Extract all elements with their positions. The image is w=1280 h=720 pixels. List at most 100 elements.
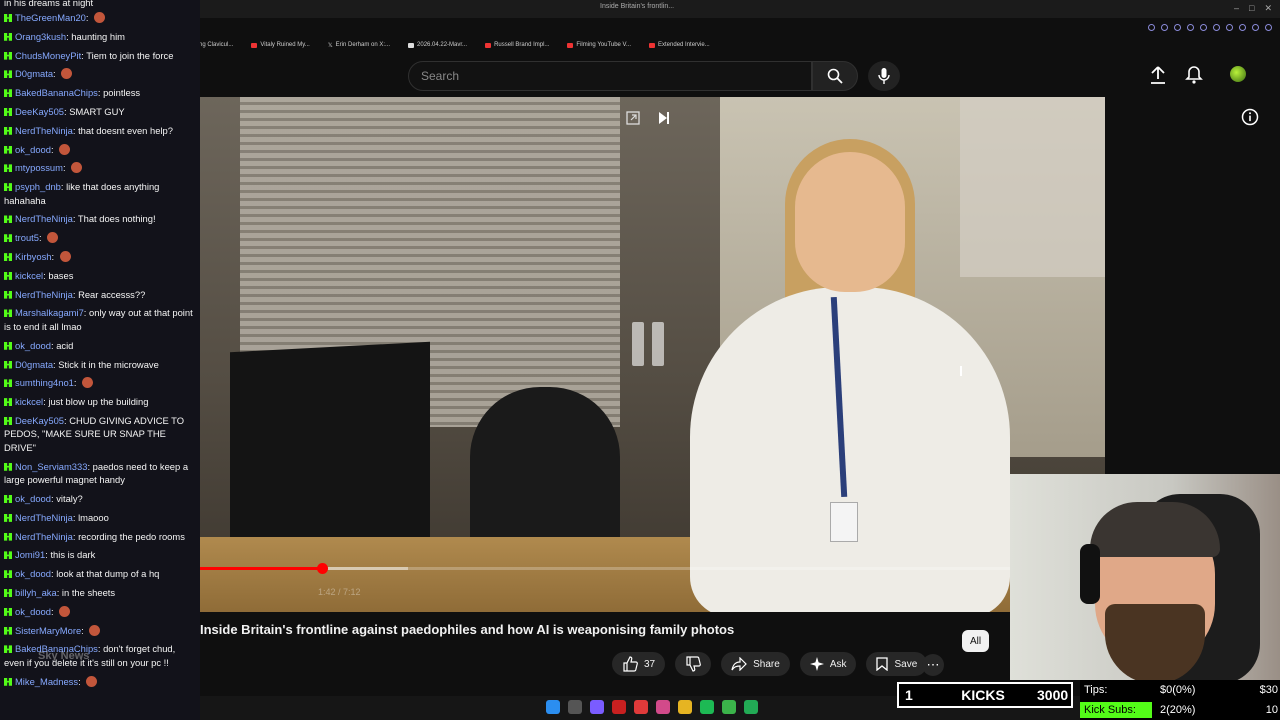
chat-text: pointless (103, 87, 141, 99)
chat-username[interactable]: billyh_aka (15, 587, 57, 598)
app-icon[interactable] (656, 700, 670, 714)
chat-username[interactable]: Mike_Madness (15, 676, 78, 687)
bookmark-item[interactable]: Russell Brand Impl... (485, 42, 549, 48)
chat-message: trout5: (4, 231, 196, 245)
info-icon[interactable] (1241, 108, 1259, 126)
bookmark-item[interactable]: 2026.04.22-Mavr... (408, 42, 467, 48)
chat-username[interactable]: NerdTheNinja (15, 512, 73, 523)
kick-badge-icon (4, 607, 12, 616)
extension-icon[interactable] (1252, 24, 1259, 31)
time-display: 1:42 / 7:12 (318, 587, 361, 597)
more-actions-button[interactable]: ⋯ (922, 654, 944, 676)
emote-icon (71, 162, 83, 174)
chat-message: SisterMaryMore: (4, 624, 196, 638)
chat-username[interactable]: Kirbyosh (15, 251, 51, 262)
miniplayer-icon[interactable] (626, 111, 640, 125)
bookmark-item[interactable]: Filming YouTube V... (567, 42, 631, 48)
bookmark-item[interactable]: 𝕏 Erin Derham on X:... (328, 42, 390, 49)
chat-username[interactable]: NerdTheNinja (15, 125, 73, 136)
discord-icon[interactable] (590, 700, 604, 714)
chat-username[interactable]: sumthing4no1 (15, 377, 74, 388)
chat-username[interactable]: ok_dood (15, 144, 51, 155)
extension-icon[interactable] (1148, 24, 1155, 31)
save-button[interactable]: Save (866, 652, 928, 676)
search-input[interactable] (409, 62, 811, 90)
extension-icon[interactable] (1174, 24, 1181, 31)
video-player[interactable]: 1:42 / 7:12 (200, 97, 1105, 612)
ask-button[interactable]: Ask (799, 652, 857, 676)
close-icon[interactable]: ✕ (1264, 3, 1272, 14)
folder-icon[interactable] (678, 700, 692, 714)
notifications-button[interactable] (1184, 65, 1204, 90)
emote-icon (59, 143, 71, 155)
video-frame-person-face (795, 152, 905, 292)
chat-username[interactable]: trout5 (15, 232, 39, 243)
youtube-icon (567, 42, 574, 48)
chat-username[interactable]: ok_dood (15, 493, 51, 504)
bookmark-item[interactable]: Vitaly Ruined My... (251, 42, 310, 48)
chat-username[interactable]: NerdTheNinja (15, 289, 73, 300)
channel-name[interactable]: Sky News (38, 650, 89, 662)
voice-search-button[interactable] (868, 61, 900, 91)
chat-message: DeeKay505: SMART GUY (4, 105, 196, 119)
windows-start-icon[interactable] (546, 700, 560, 714)
extension-icon[interactable] (1239, 24, 1246, 31)
extension-icon[interactable] (1226, 24, 1233, 31)
chat-username[interactable]: D0gmata (15, 68, 53, 79)
chat-text: vitaly? (56, 493, 83, 505)
search-icon[interactable] (568, 700, 582, 714)
chat-separator: : (50, 143, 57, 155)
search-button[interactable] (812, 61, 858, 91)
emote-icon (82, 377, 94, 389)
chat-username[interactable]: Orang3kush (15, 31, 66, 42)
chat-username[interactable]: kickcel (15, 270, 43, 281)
chat-username[interactable]: psyph_dnb (15, 181, 61, 192)
kick-badge-icon (4, 532, 12, 541)
chat-username[interactable]: DeeKay505 (15, 415, 64, 426)
chat-username[interactable]: ok_dood (15, 606, 51, 617)
chat-username[interactable]: kickcel (15, 396, 43, 407)
chat-username[interactable]: Marshalkagami7 (15, 307, 84, 318)
browser-tab[interactable]: Inside Britain's frontlin... (600, 3, 674, 10)
chat-username[interactable]: ok_dood (15, 340, 51, 351)
chat-separator: : (62, 162, 69, 174)
account-avatar[interactable] (1230, 66, 1246, 82)
extension-icon[interactable] (1161, 24, 1168, 31)
chat-username[interactable]: mtypossum (15, 162, 63, 173)
chat-username[interactable]: DeeKay505 (15, 106, 64, 117)
obs-icon[interactable] (612, 700, 626, 714)
kick-badge-icon (4, 341, 12, 350)
dislike-button[interactable] (675, 652, 712, 676)
bookmark-item[interactable]: Extended Intervie... (649, 42, 710, 48)
app-icon[interactable] (744, 700, 758, 714)
spotify-icon[interactable] (700, 700, 714, 714)
emote-icon (89, 624, 101, 636)
extension-icon[interactable] (1187, 24, 1194, 31)
xbox-icon[interactable] (722, 700, 736, 714)
chat-username[interactable]: Non_Serviam333 (15, 461, 87, 472)
skip-next-icon[interactable] (658, 111, 670, 125)
chat-username[interactable]: NerdTheNinja (15, 213, 73, 224)
minimize-icon[interactable]: – (1234, 3, 1239, 14)
chat-username[interactable]: ok_dood (15, 568, 51, 579)
chat-username[interactable]: Jomi91 (15, 549, 45, 560)
create-button[interactable] (1148, 65, 1168, 90)
chat-message: TheGreenMan20: (4, 11, 196, 25)
video-progress-bar[interactable] (200, 563, 1105, 574)
chat-username[interactable]: SisterMaryMore (15, 625, 81, 636)
chat-username[interactable]: NerdTheNinja (15, 531, 73, 542)
extension-icon[interactable] (1213, 24, 1220, 31)
chip-all[interactable]: All (962, 630, 990, 652)
extension-icon[interactable] (1265, 24, 1272, 31)
chat-username[interactable]: BakedBananaChips (15, 87, 98, 98)
maximize-icon[interactable]: □ (1249, 3, 1254, 14)
pause-icon[interactable] (632, 322, 674, 382)
chat-username[interactable]: D0gmata (15, 359, 53, 370)
extension-icon[interactable] (1200, 24, 1207, 31)
share-button[interactable]: Share (721, 652, 790, 676)
chat-separator: : (81, 624, 87, 636)
chat-username[interactable]: ChudsMoneyPit (15, 50, 81, 61)
chrome-icon[interactable] (634, 700, 648, 714)
like-button[interactable]: 37 (612, 652, 666, 676)
chat-username[interactable]: TheGreenMan20 (15, 12, 86, 23)
